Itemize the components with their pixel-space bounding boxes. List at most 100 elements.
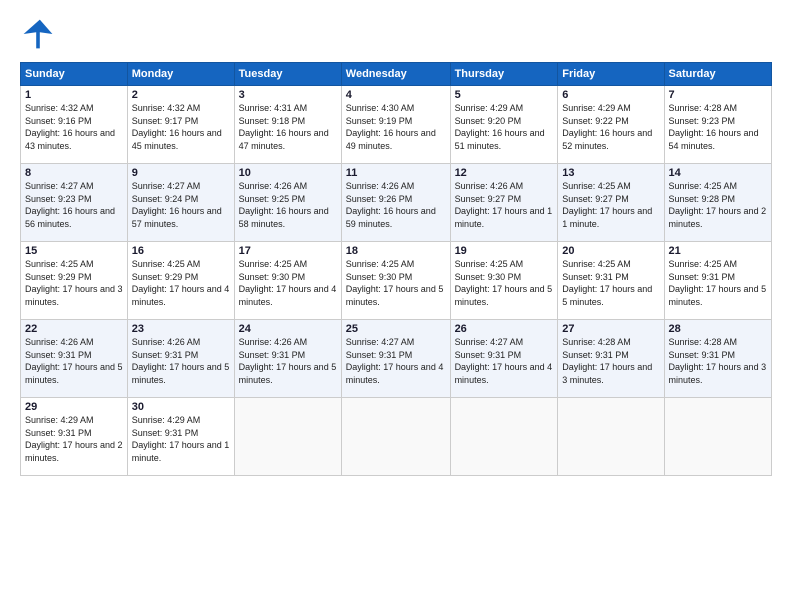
calendar-cell: 29 Sunrise: 4:29 AMSunset: 9:31 PMDaylig… — [21, 398, 128, 476]
calendar-cell: 24 Sunrise: 4:26 AMSunset: 9:31 PMDaylig… — [234, 320, 341, 398]
day-info: Sunrise: 4:25 AMSunset: 9:31 PMDaylight:… — [669, 258, 767, 308]
calendar-week-row: 8 Sunrise: 4:27 AMSunset: 9:23 PMDayligh… — [21, 164, 772, 242]
header — [20, 16, 772, 52]
logo-icon — [20, 16, 56, 52]
calendar-week-row: 15 Sunrise: 4:25 AMSunset: 9:29 PMDaylig… — [21, 242, 772, 320]
calendar-cell: 17 Sunrise: 4:25 AMSunset: 9:30 PMDaylig… — [234, 242, 341, 320]
day-info: Sunrise: 4:25 AMSunset: 9:29 PMDaylight:… — [132, 258, 230, 308]
day-info: Sunrise: 4:25 AMSunset: 9:31 PMDaylight:… — [562, 258, 659, 308]
day-number: 7 — [669, 89, 767, 101]
calendar-cell: 19 Sunrise: 4:25 AMSunset: 9:30 PMDaylig… — [450, 242, 558, 320]
calendar-cell — [558, 398, 664, 476]
calendar-cell: 8 Sunrise: 4:27 AMSunset: 9:23 PMDayligh… — [21, 164, 128, 242]
day-number: 28 — [669, 323, 767, 335]
day-number: 21 — [669, 245, 767, 257]
day-info: Sunrise: 4:26 AMSunset: 9:31 PMDaylight:… — [132, 336, 230, 386]
day-number: 23 — [132, 323, 230, 335]
day-number: 5 — [455, 89, 554, 101]
calendar-cell — [341, 398, 450, 476]
calendar-cell — [450, 398, 558, 476]
day-number: 2 — [132, 89, 230, 101]
calendar-cell: 11 Sunrise: 4:26 AMSunset: 9:26 PMDaylig… — [341, 164, 450, 242]
calendar-cell: 2 Sunrise: 4:32 AMSunset: 9:17 PMDayligh… — [127, 86, 234, 164]
day-number: 25 — [346, 323, 446, 335]
calendar-header-wednesday: Wednesday — [341, 63, 450, 86]
calendar-cell: 9 Sunrise: 4:27 AMSunset: 9:24 PMDayligh… — [127, 164, 234, 242]
day-info: Sunrise: 4:28 AMSunset: 9:31 PMDaylight:… — [669, 336, 767, 386]
calendar-cell: 22 Sunrise: 4:26 AMSunset: 9:31 PMDaylig… — [21, 320, 128, 398]
day-info: Sunrise: 4:25 AMSunset: 9:28 PMDaylight:… — [669, 180, 767, 230]
day-info: Sunrise: 4:32 AMSunset: 9:17 PMDaylight:… — [132, 102, 230, 152]
calendar-cell: 14 Sunrise: 4:25 AMSunset: 9:28 PMDaylig… — [664, 164, 771, 242]
day-number: 10 — [239, 167, 337, 179]
day-info: Sunrise: 4:25 AMSunset: 9:30 PMDaylight:… — [239, 258, 337, 308]
calendar-cell — [234, 398, 341, 476]
calendar-header-thursday: Thursday — [450, 63, 558, 86]
day-number: 20 — [562, 245, 659, 257]
day-info: Sunrise: 4:25 AMSunset: 9:29 PMDaylight:… — [25, 258, 123, 308]
calendar-week-row: 29 Sunrise: 4:29 AMSunset: 9:31 PMDaylig… — [21, 398, 772, 476]
day-info: Sunrise: 4:28 AMSunset: 9:23 PMDaylight:… — [669, 102, 767, 152]
day-number: 16 — [132, 245, 230, 257]
calendar-header-sunday: Sunday — [21, 63, 128, 86]
calendar-cell: 18 Sunrise: 4:25 AMSunset: 9:30 PMDaylig… — [341, 242, 450, 320]
calendar-cell: 6 Sunrise: 4:29 AMSunset: 9:22 PMDayligh… — [558, 86, 664, 164]
day-number: 8 — [25, 167, 123, 179]
calendar-header-tuesday: Tuesday — [234, 63, 341, 86]
day-info: Sunrise: 4:27 AMSunset: 9:23 PMDaylight:… — [25, 180, 123, 230]
calendar-cell: 23 Sunrise: 4:26 AMSunset: 9:31 PMDaylig… — [127, 320, 234, 398]
calendar-cell: 26 Sunrise: 4:27 AMSunset: 9:31 PMDaylig… — [450, 320, 558, 398]
day-info: Sunrise: 4:26 AMSunset: 9:31 PMDaylight:… — [25, 336, 123, 386]
day-number: 27 — [562, 323, 659, 335]
day-number: 24 — [239, 323, 337, 335]
day-info: Sunrise: 4:31 AMSunset: 9:18 PMDaylight:… — [239, 102, 337, 152]
calendar-cell: 15 Sunrise: 4:25 AMSunset: 9:29 PMDaylig… — [21, 242, 128, 320]
logo — [20, 16, 60, 52]
calendar-cell: 10 Sunrise: 4:26 AMSunset: 9:25 PMDaylig… — [234, 164, 341, 242]
day-info: Sunrise: 4:29 AMSunset: 9:31 PMDaylight:… — [132, 414, 230, 464]
calendar-header-monday: Monday — [127, 63, 234, 86]
calendar-cell: 1 Sunrise: 4:32 AMSunset: 9:16 PMDayligh… — [21, 86, 128, 164]
day-number: 4 — [346, 89, 446, 101]
calendar-cell: 16 Sunrise: 4:25 AMSunset: 9:29 PMDaylig… — [127, 242, 234, 320]
calendar-cell: 27 Sunrise: 4:28 AMSunset: 9:31 PMDaylig… — [558, 320, 664, 398]
day-info: Sunrise: 4:29 AMSunset: 9:22 PMDaylight:… — [562, 102, 659, 152]
day-info: Sunrise: 4:29 AMSunset: 9:31 PMDaylight:… — [25, 414, 123, 464]
calendar-header-row: SundayMondayTuesdayWednesdayThursdayFrid… — [21, 63, 772, 86]
day-number: 11 — [346, 167, 446, 179]
calendar-cell: 7 Sunrise: 4:28 AMSunset: 9:23 PMDayligh… — [664, 86, 771, 164]
calendar-week-row: 22 Sunrise: 4:26 AMSunset: 9:31 PMDaylig… — [21, 320, 772, 398]
day-number: 30 — [132, 401, 230, 413]
calendar-cell: 13 Sunrise: 4:25 AMSunset: 9:27 PMDaylig… — [558, 164, 664, 242]
calendar-cell — [664, 398, 771, 476]
calendar-header-saturday: Saturday — [664, 63, 771, 86]
day-number: 17 — [239, 245, 337, 257]
day-info: Sunrise: 4:25 AMSunset: 9:30 PMDaylight:… — [455, 258, 554, 308]
page: SundayMondayTuesdayWednesdayThursdayFrid… — [0, 0, 792, 612]
day-info: Sunrise: 4:27 AMSunset: 9:24 PMDaylight:… — [132, 180, 230, 230]
day-info: Sunrise: 4:27 AMSunset: 9:31 PMDaylight:… — [455, 336, 554, 386]
day-number: 18 — [346, 245, 446, 257]
day-number: 29 — [25, 401, 123, 413]
day-info: Sunrise: 4:27 AMSunset: 9:31 PMDaylight:… — [346, 336, 446, 386]
day-number: 6 — [562, 89, 659, 101]
day-info: Sunrise: 4:26 AMSunset: 9:27 PMDaylight:… — [455, 180, 554, 230]
day-number: 22 — [25, 323, 123, 335]
calendar-cell: 21 Sunrise: 4:25 AMSunset: 9:31 PMDaylig… — [664, 242, 771, 320]
day-info: Sunrise: 4:28 AMSunset: 9:31 PMDaylight:… — [562, 336, 659, 386]
calendar-cell: 20 Sunrise: 4:25 AMSunset: 9:31 PMDaylig… — [558, 242, 664, 320]
day-info: Sunrise: 4:26 AMSunset: 9:31 PMDaylight:… — [239, 336, 337, 386]
day-info: Sunrise: 4:25 AMSunset: 9:30 PMDaylight:… — [346, 258, 446, 308]
day-number: 14 — [669, 167, 767, 179]
day-info: Sunrise: 4:26 AMSunset: 9:25 PMDaylight:… — [239, 180, 337, 230]
day-info: Sunrise: 4:30 AMSunset: 9:19 PMDaylight:… — [346, 102, 446, 152]
day-number: 26 — [455, 323, 554, 335]
day-info: Sunrise: 4:29 AMSunset: 9:20 PMDaylight:… — [455, 102, 554, 152]
day-number: 12 — [455, 167, 554, 179]
day-number: 9 — [132, 167, 230, 179]
calendar-header-friday: Friday — [558, 63, 664, 86]
calendar-table: SundayMondayTuesdayWednesdayThursdayFrid… — [20, 62, 772, 476]
day-number: 19 — [455, 245, 554, 257]
calendar-cell: 12 Sunrise: 4:26 AMSunset: 9:27 PMDaylig… — [450, 164, 558, 242]
calendar-cell: 5 Sunrise: 4:29 AMSunset: 9:20 PMDayligh… — [450, 86, 558, 164]
